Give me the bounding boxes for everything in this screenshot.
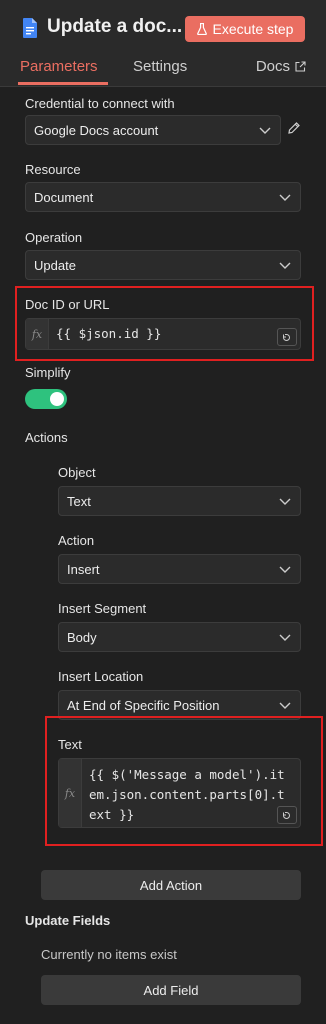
segment-select[interactable]: Body: [58, 622, 301, 652]
text-expression-field[interactable]: fx {{ $('Message a model').item.json.con…: [58, 758, 301, 828]
chevron-down-icon: [259, 127, 271, 134]
resource-value: Document: [34, 189, 94, 205]
pencil-icon[interactable]: [287, 121, 301, 135]
expand-editor-icon[interactable]: [277, 328, 297, 346]
chevron-down-icon: [279, 262, 291, 269]
toggle-knob: [50, 392, 64, 406]
flask-icon: [196, 23, 207, 35]
update-fields-label: Update Fields: [25, 913, 111, 928]
tab-docs[interactable]: Docs: [256, 58, 306, 75]
google-docs-icon: [23, 18, 37, 38]
chevron-down-icon: [279, 498, 291, 505]
operation-select[interactable]: Update: [25, 250, 301, 280]
actions-label: Actions: [25, 430, 68, 445]
text-label: Text: [58, 737, 82, 752]
expand-editor-icon[interactable]: [277, 806, 297, 824]
chevron-down-icon: [279, 634, 291, 641]
resource-label: Resource: [25, 162, 81, 177]
action-select[interactable]: Insert: [58, 554, 301, 584]
docid-value: {{ $json.id }}: [56, 326, 162, 341]
text-value: {{ $('Message a model').item.json.conten…: [89, 767, 285, 822]
segment-label: Insert Segment: [58, 601, 147, 616]
fx-icon: fx: [26, 319, 49, 349]
action-value: Insert: [67, 561, 100, 577]
chevron-down-icon: [279, 194, 291, 201]
docs-label: Docs: [255, 58, 290, 75]
operation-value: Update: [34, 257, 76, 273]
credential-label: Credential to connect with: [25, 96, 175, 111]
credential-select[interactable]: Google Docs account: [25, 115, 281, 145]
tab-bar: Parameters Settings Docs: [0, 58, 326, 87]
location-value: At End of Specific Position: [67, 697, 220, 713]
object-select[interactable]: Text: [58, 486, 301, 516]
chevron-down-icon: [279, 702, 291, 709]
operation-label: Operation: [25, 230, 83, 245]
execute-step-button[interactable]: Execute step: [185, 16, 305, 42]
execute-step-label: Execute step: [212, 21, 294, 37]
object-label: Object: [58, 465, 96, 480]
fx-icon: fx: [59, 759, 82, 827]
simplify-toggle[interactable]: [25, 389, 67, 409]
credential-value: Google Docs account: [34, 122, 159, 138]
chevron-down-icon: [279, 566, 291, 573]
no-items-text: Currently no items exist: [41, 947, 177, 962]
external-link-icon: [295, 61, 306, 72]
active-tab-underline: [18, 82, 108, 85]
docid-label: Doc ID or URL: [25, 297, 110, 312]
node-header: Update a doc... Execute step: [0, 0, 326, 58]
location-label: Insert Location: [58, 669, 144, 684]
simplify-label: Simplify: [25, 365, 71, 380]
action-label: Action: [58, 533, 95, 548]
add-action-button[interactable]: Add Action: [41, 870, 301, 900]
node-title[interactable]: Update a doc...: [47, 16, 182, 38]
docid-expression-field[interactable]: fx {{ $json.id }}: [25, 318, 301, 350]
add-field-button[interactable]: Add Field: [41, 975, 301, 1005]
segment-value: Body: [67, 629, 97, 645]
object-value: Text: [67, 493, 91, 509]
tab-settings[interactable]: Settings: [133, 58, 187, 75]
resource-select[interactable]: Document: [25, 182, 301, 212]
tab-parameters[interactable]: Parameters: [20, 58, 98, 75]
